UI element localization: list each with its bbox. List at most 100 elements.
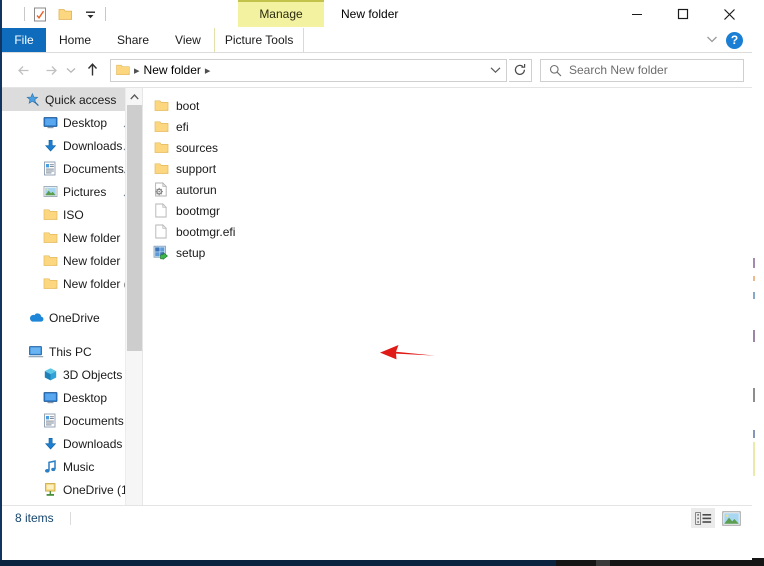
new-folder-icon[interactable]	[55, 4, 75, 24]
breadcrumb-separator[interactable]: ▸	[205, 64, 211, 77]
sidebar-item-3d-objects[interactable]: 3D Objects	[2, 363, 142, 386]
sidebar-item-new-folder-2[interactable]: New folder	[2, 249, 142, 272]
breadcrumb-separator: ▸	[134, 64, 140, 77]
list-item[interactable]: support	[153, 158, 453, 179]
address-dropdown-icon[interactable]	[484, 60, 506, 81]
sidebar-item-this-pc[interactable]: This PC	[2, 340, 142, 363]
help-button[interactable]: ?	[726, 31, 743, 49]
sidebar-item-onedrive[interactable]: OneDrive	[2, 306, 142, 329]
sidebar-item-downloads[interactable]: Downloads	[2, 134, 142, 157]
desktop-artifact	[753, 330, 755, 342]
downloads-icon	[42, 436, 58, 452]
sidebar-label: New folder	[63, 253, 121, 268]
documents-icon	[42, 413, 58, 429]
chevron-down-icon[interactable]	[706, 33, 718, 47]
sidebar-item-documents[interactable]: Documents	[2, 157, 142, 180]
sidebar-label: Desktop	[63, 115, 108, 130]
sidebar-item-this-pc-documents[interactable]: Documents	[2, 409, 142, 432]
navigation-pane-scrollbar[interactable]	[125, 88, 142, 530]
maximize-button[interactable]	[660, 0, 706, 28]
sidebar-item-onedrive-network[interactable]: OneDrive (10.0.0	[2, 478, 142, 501]
up-button[interactable]	[80, 58, 104, 82]
address-bar: ▸ New folder ▸ Search New folder	[2, 53, 752, 87]
sidebar-label: Downloads	[63, 436, 123, 451]
folder-icon	[42, 230, 58, 246]
recent-locations-button[interactable]	[64, 58, 78, 82]
qat-divider	[105, 7, 106, 21]
file-name: setup	[176, 245, 206, 260]
tab-share[interactable]: Share	[104, 28, 162, 52]
this-pc-icon	[28, 344, 44, 360]
list-item[interactable]: sources	[153, 137, 453, 158]
file-name: bootmgr	[176, 203, 221, 218]
sidebar-label: Pictures	[63, 184, 107, 199]
folder-icon[interactable]	[116, 64, 130, 76]
tab-file[interactable]: File	[2, 28, 46, 52]
contextual-tab-header: Manage	[238, 0, 324, 27]
file-list: boot efi sources support autorun bootmgr…	[153, 95, 453, 263]
minimize-button[interactable]	[614, 0, 660, 28]
customize-dropdown-icon[interactable]	[80, 4, 100, 24]
sidebar-item-music[interactable]: Music	[2, 455, 142, 478]
refresh-button[interactable]	[509, 58, 532, 82]
list-item[interactable]: setup	[153, 242, 453, 263]
tab-view[interactable]: View	[162, 28, 214, 52]
blank-file-icon	[153, 203, 169, 219]
tab-picture-tools[interactable]: Picture Tools	[213, 28, 305, 52]
breadcrumb-item-new-folder[interactable]: New folder	[144, 63, 201, 77]
folder-icon	[42, 276, 58, 292]
list-item[interactable]: autorun	[153, 179, 453, 200]
downloads-icon	[42, 138, 58, 154]
file-name: support	[176, 161, 217, 176]
ribbon-right-controls: ?	[706, 28, 752, 52]
sidebar-label: Desktop	[63, 390, 108, 405]
sidebar-item-this-pc-desktop[interactable]: Desktop	[2, 386, 142, 409]
list-item[interactable]: boot	[153, 95, 453, 116]
sidebar-label: Music	[63, 459, 95, 474]
desktop-artifact	[753, 292, 755, 299]
file-name: bootmgr.efi	[176, 224, 236, 239]
properties-icon[interactable]	[30, 4, 50, 24]
back-button[interactable]	[12, 58, 36, 82]
forward-button[interactable]	[38, 58, 62, 82]
scrollbar-thumb[interactable]	[127, 105, 142, 351]
file-explorer-window: Manage New folder File Home Share View P…	[0, 0, 752, 560]
desktop-artifact	[753, 430, 755, 438]
folder-icon	[42, 207, 58, 223]
scroll-up-icon[interactable]	[126, 88, 142, 105]
window-title: New folder	[341, 7, 399, 21]
sidebar-item-new-folder-1[interactable]: New folder	[2, 226, 142, 249]
3d-objects-icon	[42, 367, 58, 383]
network-drive-icon	[42, 482, 58, 498]
desktop-artifact	[753, 258, 755, 268]
desktop-icon	[42, 390, 58, 406]
window-controls	[614, 0, 752, 28]
folder-icon	[42, 253, 58, 269]
details-view-button[interactable]	[691, 508, 715, 528]
breadcrumb: ▸ New folder ▸	[116, 63, 484, 77]
sidebar-label: Quick access	[45, 92, 117, 107]
sidebar-item-this-pc-downloads[interactable]: Downloads	[2, 432, 142, 455]
search-input[interactable]: Search New folder	[540, 58, 744, 82]
list-item[interactable]: bootmgr.efi	[153, 221, 453, 242]
sidebar-label: This PC	[49, 344, 92, 359]
large-icons-view-button[interactable]	[719, 508, 743, 528]
list-item[interactable]: bootmgr	[153, 200, 453, 221]
navigation-pane: Quick access Desktop Downloads Documents…	[2, 88, 142, 530]
tab-home[interactable]: Home	[46, 28, 104, 52]
sidebar-item-new-folder-3[interactable]: New folder (3)	[2, 272, 142, 295]
desktop-artifact	[753, 276, 755, 281]
close-button[interactable]	[706, 0, 752, 28]
application-icon	[153, 245, 169, 261]
sidebar-item-quick-access[interactable]: Quick access	[2, 88, 142, 111]
sidebar-item-desktop[interactable]: Desktop	[2, 111, 142, 134]
list-item[interactable]: efi	[153, 116, 453, 137]
sidebar-item-pictures[interactable]: Pictures	[2, 180, 142, 203]
file-list-pane[interactable]: boot efi sources support autorun bootmgr…	[142, 88, 752, 530]
file-name: sources	[176, 140, 219, 155]
file-name: efi	[176, 119, 189, 134]
sidebar-item-iso[interactable]: ISO	[2, 203, 142, 226]
address-input[interactable]: ▸ New folder ▸	[110, 58, 507, 82]
